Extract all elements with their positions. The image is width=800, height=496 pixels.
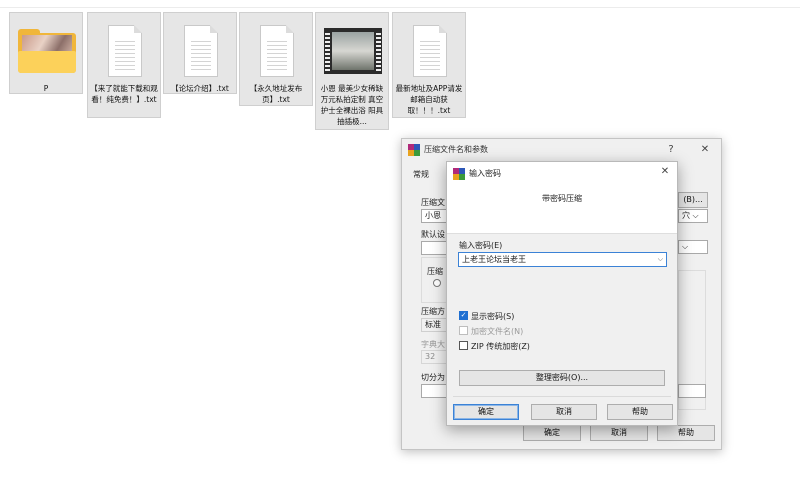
file-item-download-txt[interactable]: 【来了就能下载和观看！纯免费！】.txt [87,12,161,118]
file-name: 小恩 最美少女稀缺万元私拍定制 真空护士全裸出浴 阳具抽插极... [320,84,384,126]
password-dialog-header: 输入密码 ✕ 带密码压缩 [447,162,677,234]
show-password-label: 显示密码(S) [471,312,515,321]
encrypt-filenames-label: 加密文件名(N) [471,327,524,336]
format-radio[interactable] [433,279,441,287]
password-dialog-title: 输入密码 [469,169,501,178]
file-name: P [43,84,49,93]
password-input[interactable]: 上老王论坛当老王 ⌵ [458,252,667,267]
organize-passwords-button[interactable]: 整理密码(O)... [459,370,665,386]
zip-legacy-encryption-checkbox[interactable] [459,341,468,350]
chevron-down-icon[interactable]: ⌵ [658,253,663,266]
archive-help-button[interactable]: 帮助 [657,425,715,441]
text-file-icon [172,17,230,85]
update-mode-value: 穴 [682,211,690,220]
video-thumbnail-icon [324,17,382,85]
text-file-icon [248,17,306,85]
password-help-button[interactable]: 帮助 [607,404,673,420]
file-name: 【永久地址发布页】.txt [249,84,303,104]
help-icon[interactable]: ? [663,142,679,158]
text-file-icon [401,17,459,85]
window-top-edge [0,7,800,8]
method-label: 压缩方 [421,307,445,316]
method-select[interactable]: 标准 [421,318,449,332]
password-ok-button[interactable]: 确定 [453,404,519,420]
file-item-latest-address-txt[interactable]: 最新地址及APP请发邮箱自动获取！！！.txt [392,12,466,118]
dictionary-label: 字典大 [421,340,445,349]
file-item-video[interactable]: 小恩 最美少女稀缺万元私拍定制 真空护士全裸出浴 阳具抽插极... [315,12,389,130]
file-item-forum-intro-txt[interactable]: 【论坛介绍】.txt [163,12,237,94]
file-name: 【来了就能下载和观看！纯免费！】.txt [90,84,158,104]
close-icon[interactable]: ✕ [697,142,713,158]
archive-dialog-title: 压缩文件名和参数 [424,145,488,154]
tab-general[interactable]: 常规 [413,169,429,180]
archive-dialog-titlebar: 压缩文件名和参数 ? ✕ [402,139,721,161]
file-item-permanent-address-txt[interactable]: 【永久地址发布页】.txt [239,12,313,106]
archive-cancel-button[interactable]: 取消 [590,425,648,441]
text-file-icon [96,17,154,85]
dictionary-select[interactable]: 32 [421,350,449,364]
default-profile-label: 默认设 [421,230,445,239]
folder-icon [18,17,76,85]
show-password-checkbox[interactable]: ✓ [459,311,468,320]
zip-legacy-encryption-label: ZIP 传统加密(Z) [471,342,530,351]
file-name: 【论坛介绍】.txt [171,84,229,93]
winrar-icon [408,144,420,156]
password-cancel-button[interactable]: 取消 [531,404,597,420]
password-label: 输入密码(E) [459,241,503,250]
file-item-folder-p[interactable]: P [9,12,83,94]
split-volume-unit[interactable] [678,384,706,398]
password-value: 上老王论坛当老王 [462,255,526,264]
password-dialog: 输入密码 ✕ 带密码压缩 输入密码(E) 上老王论坛当老王 ⌵ ✓ 显示密码(S… [446,161,678,426]
encrypt-filenames-checkbox[interactable] [459,326,468,335]
profile-select[interactable] [421,241,449,255]
profile-select-right[interactable]: ⌵ [678,240,708,254]
format-label: 压缩 [427,267,443,276]
password-dialog-heading: 带密码压缩 [542,194,582,203]
archive-ok-button[interactable]: 确定 [523,425,581,441]
update-mode-select[interactable]: 穴 ⌵ [678,209,708,223]
archive-name-label: 压缩文 [421,198,445,207]
divider [453,396,671,397]
browse-button[interactable]: (B)... [678,192,708,208]
close-icon[interactable]: ✕ [657,164,673,180]
file-name: 最新地址及APP请发邮箱自动获取！！！.txt [395,84,463,115]
split-volume-input[interactable] [421,384,449,398]
split-volume-label: 切分为 [421,373,445,382]
winrar-icon [453,168,465,180]
